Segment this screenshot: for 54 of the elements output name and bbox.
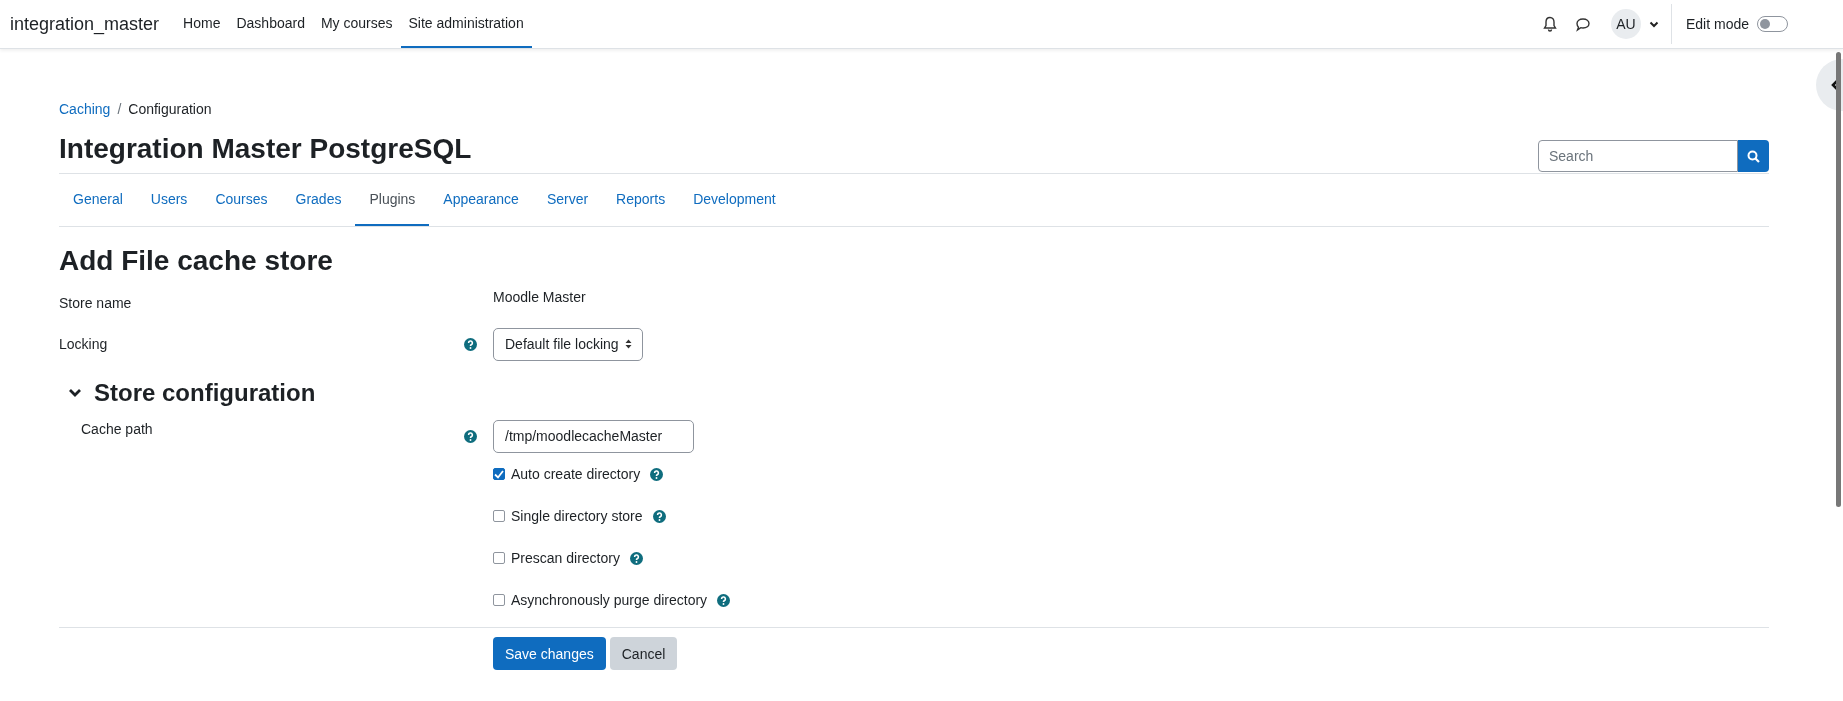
admin-tab[interactable]: Appearance — [429, 174, 533, 226]
checkbox[interactable] — [493, 510, 505, 522]
bell-icon[interactable] — [1542, 16, 1557, 32]
edit-mode-label: Edit mode — [1685, 16, 1749, 32]
admin-tab[interactable]: Development — [679, 174, 790, 226]
breadcrumb-separator: / — [117, 101, 122, 117]
field-label: Cache path — [80, 420, 153, 437]
breadcrumb-link[interactable]: Caching — [59, 101, 111, 117]
chevron-down-icon[interactable] — [68, 388, 82, 398]
checkbox-label[interactable]: Asynchronously purge directory — [511, 592, 708, 608]
nav-link[interactable]: Home — [175, 0, 229, 48]
admin-tab[interactable]: General — [59, 174, 137, 226]
help-icon[interactable] — [464, 337, 477, 351]
caret-down-icon[interactable] — [1648, 20, 1659, 28]
form-heading: Add File cache store — [59, 245, 334, 277]
section-heading[interactable]: Store configuration — [94, 379, 316, 407]
save-button[interactable]: Save changes — [493, 637, 606, 670]
admin-tab[interactable]: Courses — [201, 174, 282, 226]
admin-tab[interactable]: Reports — [602, 174, 680, 226]
edit-mode-toggle[interactable] — [1757, 16, 1788, 32]
field-label: Store name — [59, 295, 132, 311]
nav-link[interactable]: Dashboard — [228, 0, 313, 48]
field-label: Locking — [59, 336, 108, 352]
help-icon[interactable] — [464, 429, 477, 443]
cache-path-field[interactable]: /tmp/moodlecacheMaster — [493, 419, 694, 453]
admin-tab[interactable]: Plugins — [355, 174, 430, 226]
admin-tab[interactable]: Users — [136, 174, 202, 226]
checkbox-label[interactable]: Auto create directory — [511, 466, 641, 482]
help-icon[interactable] — [652, 509, 666, 523]
checkbox[interactable] — [493, 594, 505, 606]
sort-arrows-icon — [624, 339, 632, 349]
checkbox[interactable] — [493, 552, 505, 564]
search-button[interactable] — [1738, 140, 1769, 172]
chat-bubble-icon[interactable] — [1574, 16, 1591, 32]
page-title: Integration Master PostgreSQL — [59, 133, 472, 165]
checkbox[interactable] — [493, 468, 505, 480]
cancel-button[interactable]: Cancel — [609, 637, 678, 670]
checkbox-label[interactable]: Single directory store — [511, 508, 643, 524]
nav-link[interactable]: Site administration — [400, 0, 532, 48]
help-icon[interactable] — [717, 593, 731, 607]
admin-tab[interactable]: Grades — [281, 174, 356, 226]
breadcrumb-current: Configuration — [128, 101, 212, 117]
help-icon[interactable] — [650, 467, 664, 481]
locking-dropdown[interactable]: Default file locking — [493, 327, 643, 361]
nav-link[interactable]: My courses — [312, 0, 401, 48]
search-icon — [1747, 149, 1760, 163]
admin-tab[interactable]: Server — [532, 174, 603, 226]
user-avatar[interactable]: AU — [1610, 9, 1641, 39]
checkbox-label[interactable]: Prescan directory — [511, 550, 620, 566]
store-name-value: Moodle Master — [493, 289, 586, 305]
search-field[interactable]: Search — [1538, 140, 1738, 172]
site-name[interactable]: integration_master — [10, 13, 160, 35]
help-icon[interactable] — [629, 551, 643, 565]
scrollbar-thumb[interactable] — [1836, 52, 1841, 507]
